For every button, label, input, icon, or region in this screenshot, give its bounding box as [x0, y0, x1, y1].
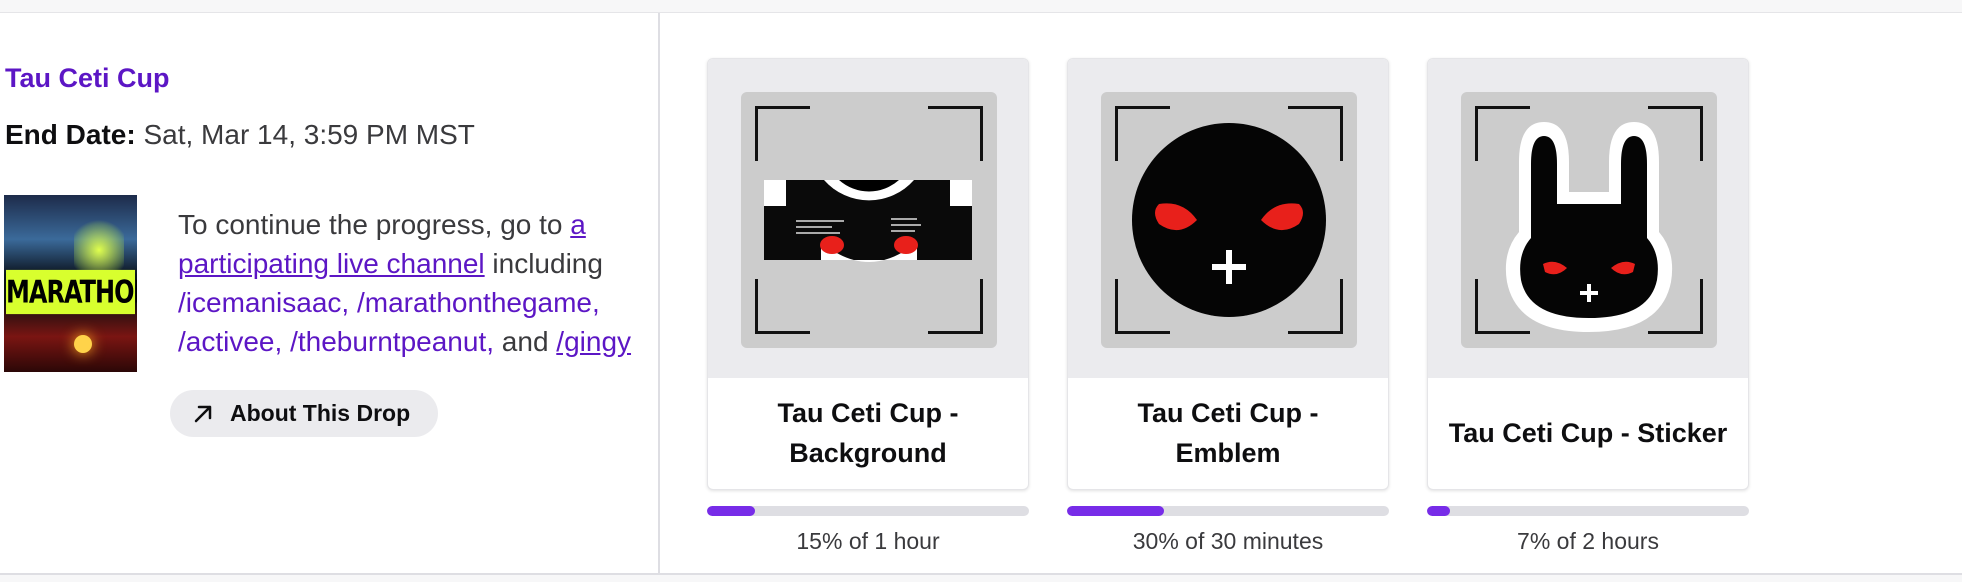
- frame-corner: [1288, 106, 1343, 161]
- frame-corner: [1475, 279, 1530, 334]
- top-strip: [0, 0, 1962, 13]
- frame-corner: [1648, 279, 1703, 334]
- reward-name: Tau Ceti Cup - Background: [777, 398, 959, 468]
- progress-label: 30% of 30 minutes: [1132, 528, 1324, 554]
- frame-corner: [1475, 106, 1530, 161]
- about-button-label: About This Drop: [230, 400, 411, 426]
- channel-link-theburntpeanut[interactable]: /theburntpeanut,: [290, 326, 494, 357]
- box-art-light: [74, 335, 92, 353]
- reward-image: [1461, 92, 1717, 348]
- end-date-label: End Date:: [5, 119, 136, 150]
- about-this-drop-button[interactable]: About This Drop: [170, 390, 439, 437]
- reward-image: [741, 92, 997, 348]
- reward-card-background[interactable]: Tau Ceti Cup - Background 15% of 1 hour: [707, 58, 1029, 555]
- channel-link-icemanisaac[interactable]: /icemanisaac,: [178, 287, 349, 318]
- reward-card-emblem[interactable]: Tau Ceti Cup - Emblem 30% of 30 minutes: [1067, 58, 1389, 555]
- frame-corner: [1115, 106, 1170, 161]
- including-text: including: [484, 248, 603, 279]
- reward-name: Tau Ceti Cup - Sticker: [1448, 418, 1728, 448]
- reward-tile: Tau Ceti Cup - Background: [707, 58, 1029, 490]
- progress-label: 7% of 2 hours: [1517, 528, 1659, 554]
- frame-corner: [1288, 279, 1343, 334]
- progress-instructions: To continue the progress, go to a partic…: [178, 205, 638, 361]
- end-date-value: Sat, Mar 14, 3:59 PM MST: [135, 119, 475, 150]
- frame-corner: [755, 106, 810, 161]
- channel-link-marathonthegame[interactable]: /marathonthegame,: [357, 287, 600, 318]
- frame-corner: [755, 279, 810, 334]
- frame-corner: [1115, 279, 1170, 334]
- progress-bar: [707, 506, 1029, 516]
- campaign-title[interactable]: Tau Ceti Cup: [5, 63, 170, 94]
- reward-tile: Tau Ceti Cup - Emblem: [1067, 58, 1389, 490]
- progress-bar-fill: [1067, 506, 1164, 516]
- reward-image: [1101, 92, 1357, 348]
- drop-campaign-card: Tau Ceti Cup End Date: Sat, Mar 14, 3:59…: [0, 13, 1962, 575]
- reward-image-area: [708, 59, 1028, 378]
- reward-image-area: [1068, 59, 1388, 378]
- progress-bar: [1067, 506, 1389, 516]
- frame-corner: [928, 106, 983, 161]
- game-logo: MARATHON: [6, 269, 137, 315]
- progress-bar-fill: [1427, 506, 1450, 516]
- progress-bar-fill: [707, 506, 756, 516]
- reward-tile: Tau Ceti Cup - Sticker: [1427, 58, 1749, 490]
- game-box-art[interactable]: MARATHON: [4, 195, 137, 372]
- frame-corner: [1648, 106, 1703, 161]
- end-date: End Date: Sat, Mar 14, 3:59 PM MST: [5, 119, 475, 151]
- reward-name: Tau Ceti Cup - Emblem: [1137, 398, 1319, 468]
- reward-image-area: [1428, 59, 1748, 378]
- and-text: and: [494, 326, 557, 357]
- campaign-info-panel: Tau Ceti Cup End Date: Sat, Mar 14, 3:59…: [0, 13, 660, 573]
- channel-link-activee[interactable]: /activee,: [178, 326, 282, 357]
- frame-corner: [928, 279, 983, 334]
- external-arrow-icon: [194, 405, 212, 422]
- channel-link-gingy[interactable]: /gingy: [556, 326, 631, 357]
- progress-label: 15% of 1 hour: [796, 528, 940, 554]
- progress-intro: To continue the progress, go to: [178, 209, 571, 240]
- progress-bar: [1427, 506, 1749, 516]
- reward-card-sticker[interactable]: Tau Ceti Cup - Sticker 7% of 2 hours: [1427, 58, 1749, 555]
